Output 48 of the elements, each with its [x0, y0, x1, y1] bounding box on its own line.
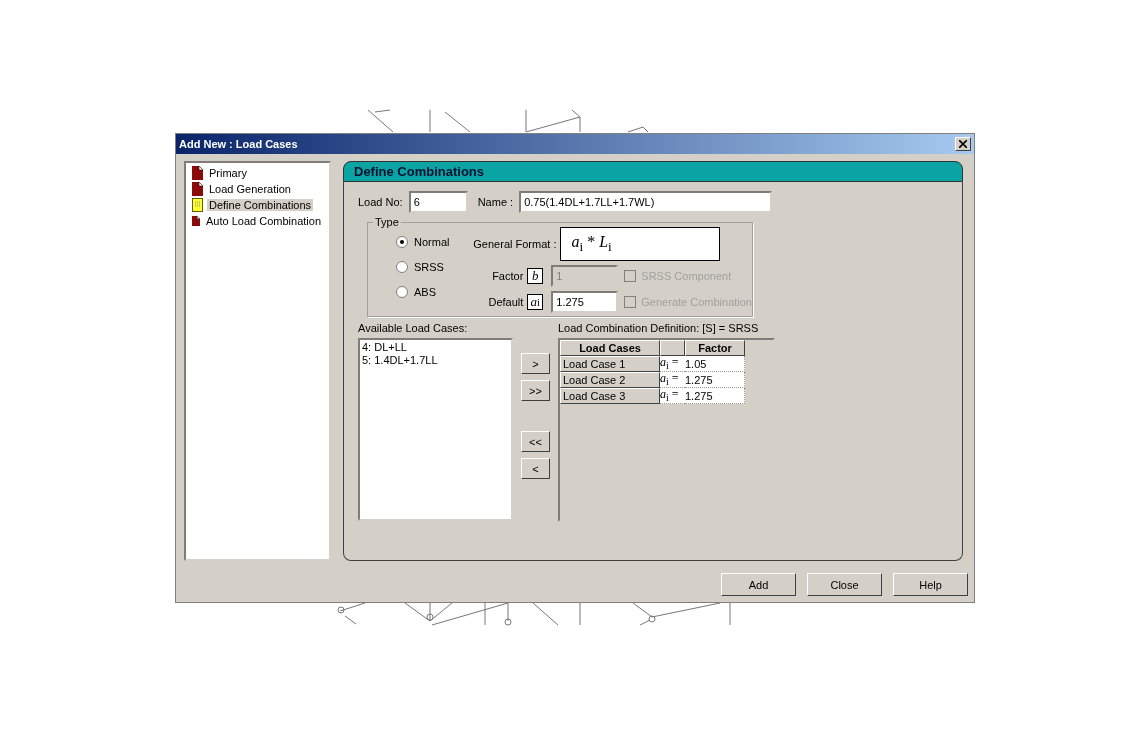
radio-button[interactable]: ABS — [396, 285, 474, 299]
list-item[interactable]: 4: DL+LL — [362, 341, 509, 354]
tree-item[interactable]: Load Generation — [207, 183, 293, 195]
load-no-label: Load No: — [358, 196, 403, 208]
default-label: Default — [487, 296, 524, 308]
tree-item[interactable]: Define Combinations — [207, 199, 314, 211]
default-field[interactable]: 1.275 — [551, 291, 619, 313]
factor-label: Factor — [491, 270, 524, 282]
column-header: Factor — [685, 340, 745, 356]
note-icon — [192, 198, 203, 212]
table-cell[interactable]: 1.05 — [685, 356, 745, 372]
transfer-button[interactable]: < — [521, 458, 550, 479]
dialog-button[interactable]: Close — [807, 573, 882, 596]
definition-label: Load Combination Definition: [S] = SRSS — [558, 322, 759, 334]
tree-item[interactable]: Primary — [207, 167, 249, 179]
transfer-button[interactable]: >> — [521, 380, 550, 401]
dialog-button[interactable]: Add — [721, 573, 796, 596]
table-cell: a$_{i}$ = — [660, 388, 685, 404]
name-field[interactable]: 0.75(1.4DL+1.7LL+1.7WL) — [519, 191, 773, 213]
tree-item[interactable]: Auto Load Combination — [204, 215, 323, 227]
general-format-label: General Format : — [473, 238, 557, 250]
radio-button[interactable]: SRSS — [396, 260, 474, 274]
row-header: Load Case 1 — [560, 356, 660, 372]
transfer-button[interactable]: > — [521, 353, 550, 374]
document-icon — [192, 214, 201, 228]
document-icon — [192, 182, 203, 196]
radio-button[interactable]: Normal — [396, 235, 474, 249]
panel-header: Define Combinations — [343, 161, 963, 182]
symbol-box: b — [527, 268, 544, 284]
type-label: Type — [373, 216, 401, 228]
row-header: Load Case 2 — [560, 372, 660, 388]
available-label: Available Load Cases: — [358, 322, 468, 334]
table-cell: a$_{i}$ = — [660, 356, 685, 372]
formula-box: a$_{i}$ *L$_{i}$ — [560, 227, 721, 261]
name-label: Name : — [477, 196, 514, 208]
column-header: Load Cases — [560, 340, 660, 356]
table-cell: a$_{i}$ = — [660, 372, 685, 388]
document-icon — [192, 166, 203, 180]
table-cell[interactable]: 1.275 — [685, 388, 745, 404]
window-title: Add New : Load Cases — [179, 138, 298, 150]
table-cell[interactable]: 1.275 — [685, 372, 745, 388]
list-item[interactable]: 5: 1.4DL+1.7LL — [362, 354, 509, 367]
load-no-field[interactable]: 6 — [408, 191, 468, 213]
transfer-button[interactable]: << — [521, 431, 550, 452]
row-header: Load Case 3 — [560, 388, 660, 404]
close-icon[interactable] — [955, 137, 971, 151]
available-list[interactable]: 4: DL+LL 5: 1.4DL+1.7LL — [358, 338, 513, 521]
dialog-button[interactable]: Help — [893, 573, 968, 596]
